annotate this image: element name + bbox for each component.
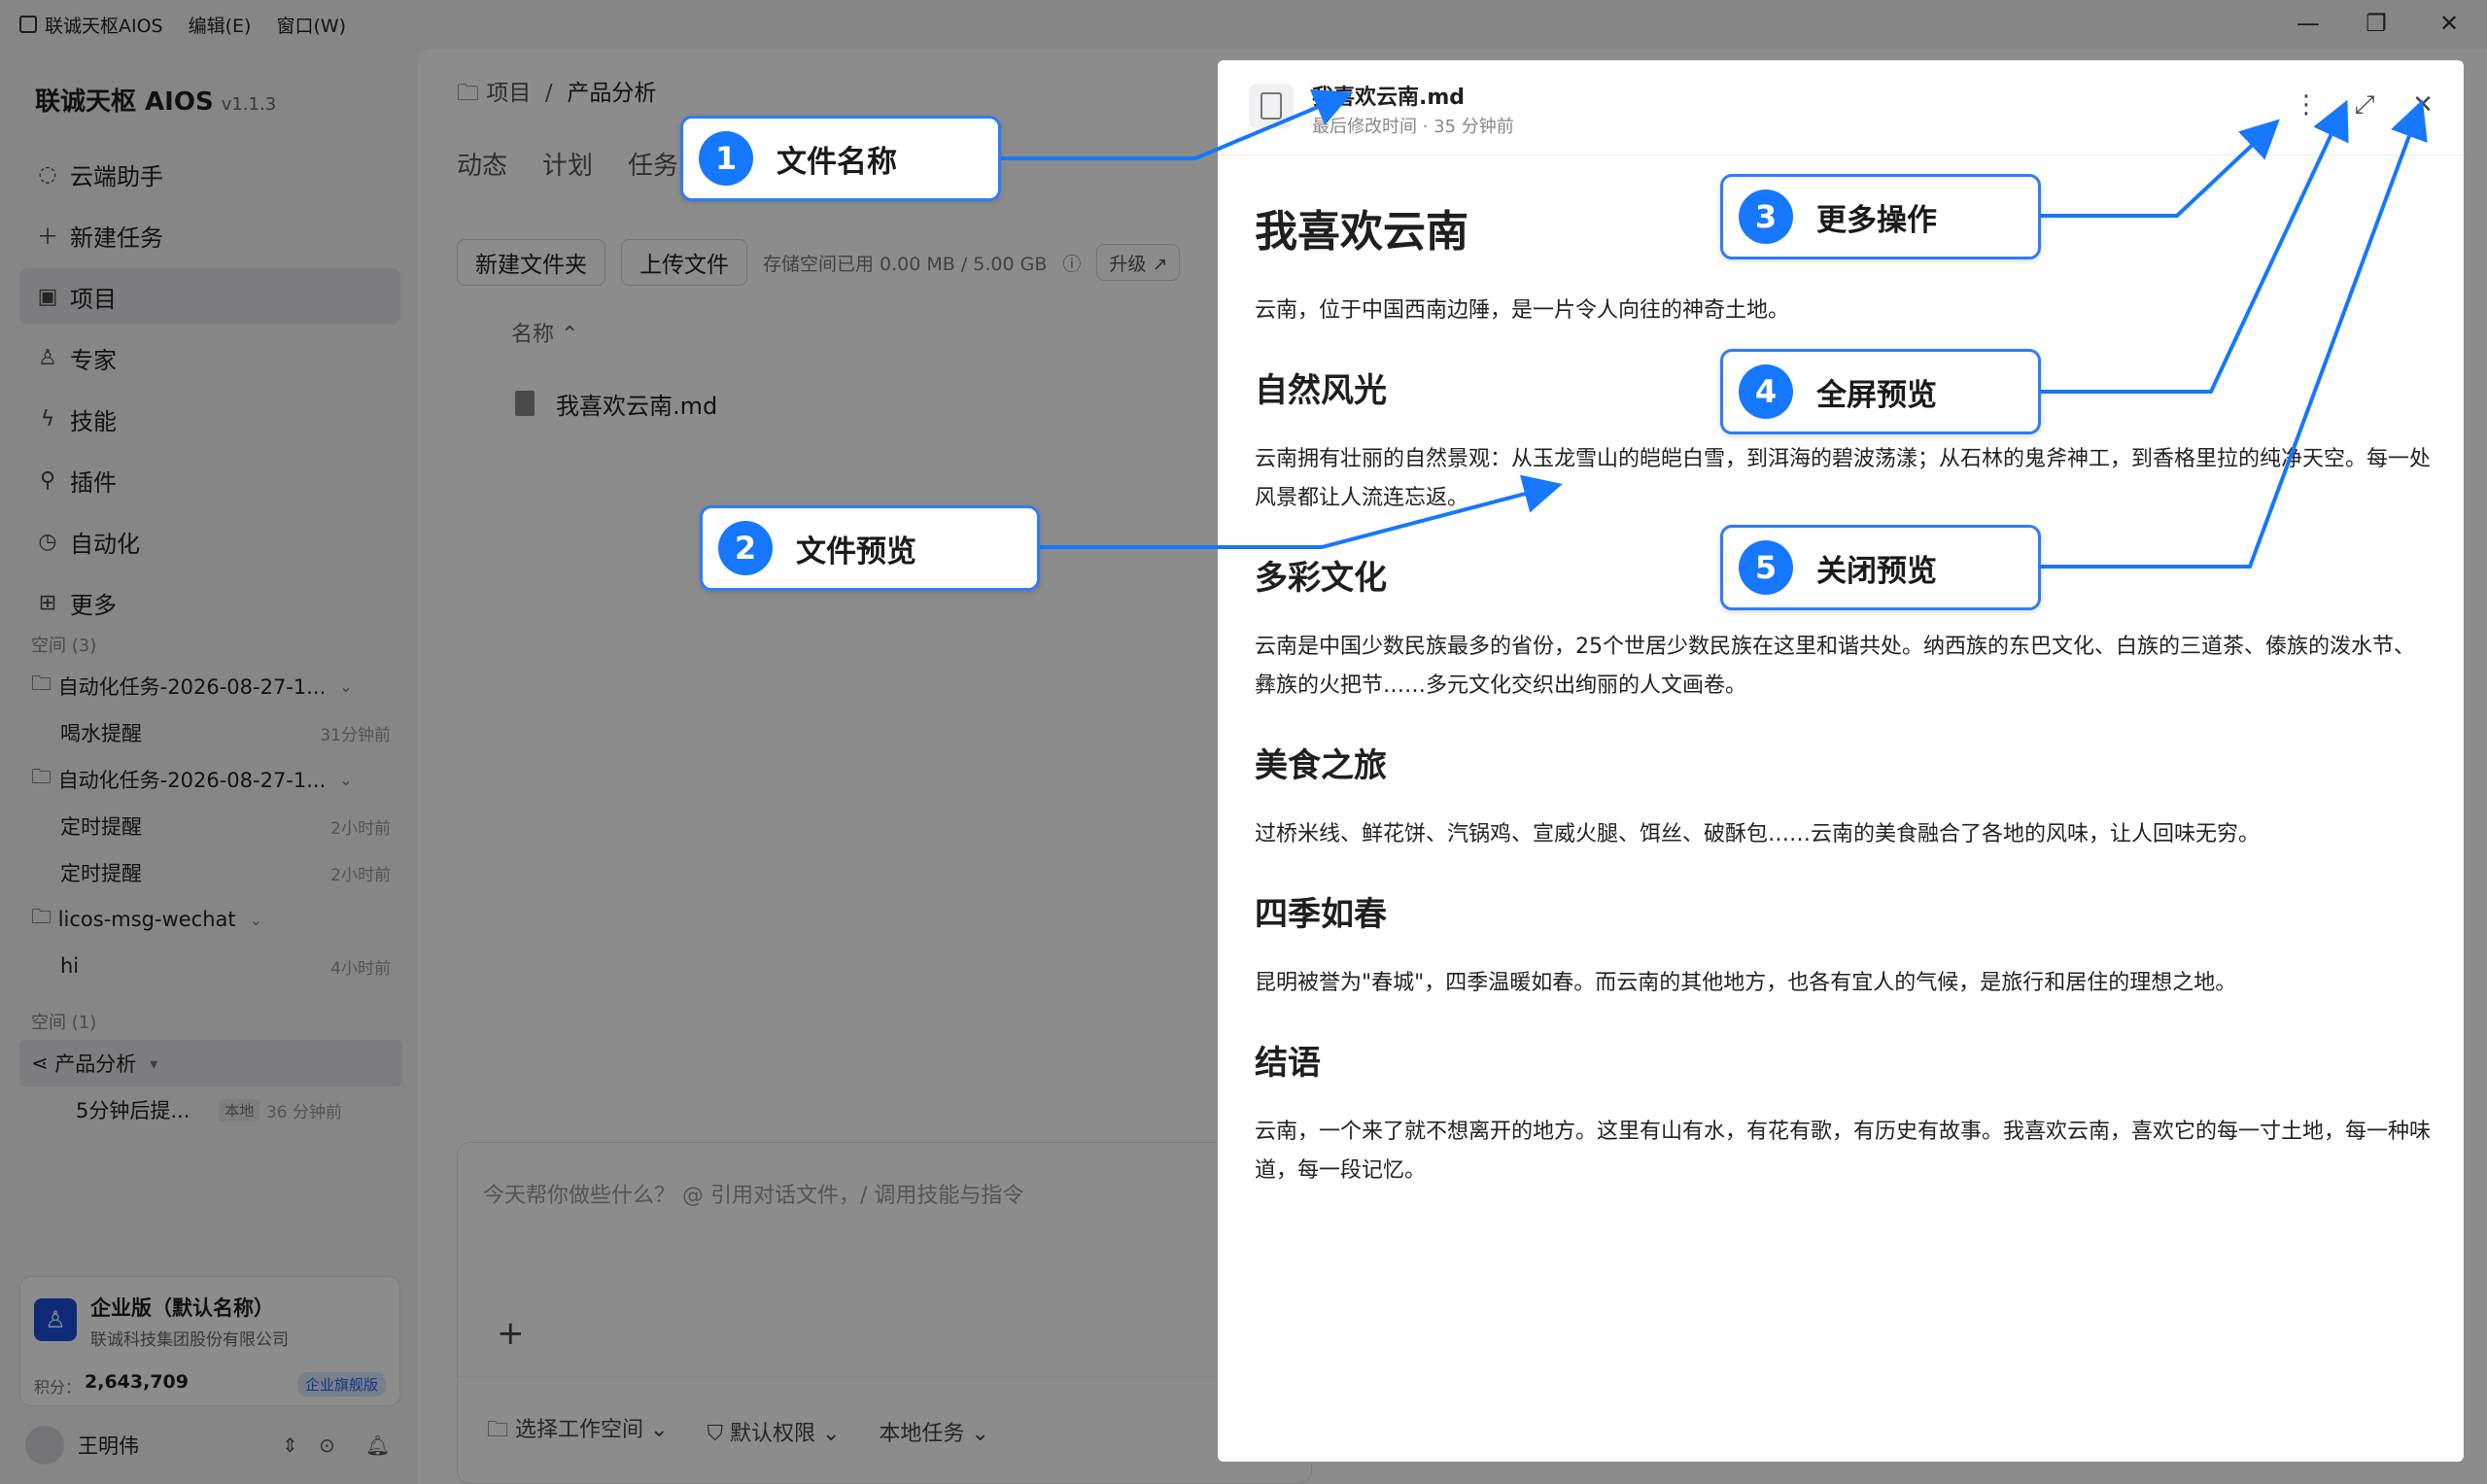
doc-heading: 四季如春	[1255, 895, 1387, 934]
doc-paragraph: 过桥米线、鲜花饼、汽锅鸡、宣威火腿、饵丝、破酥包……云南的美食融合了各地的风味，…	[1255, 822, 2261, 846]
doc-paragraph: 云南拥有壮丽的自然景观：从玉龙雪山的皑皑白雪，到洱海的碧波荡漾；从石林的鬼斧神工…	[1255, 447, 2432, 510]
preview-modified-time: 最后修改时间 · 35 分钟前	[1312, 117, 1514, 137]
doc-paragraph: 云南是中国少数民族最多的省份，25个世居少数民族在这里和谐共处。纳西族的东巴文化…	[1255, 635, 2415, 698]
callout-label: 文件名称	[777, 144, 897, 180]
doc-heading: 结语	[1255, 1044, 1321, 1083]
doc-heading: 美食之旅	[1255, 746, 1387, 785]
callout-number: 3	[1739, 190, 1793, 244]
fullscreen-icon[interactable]: ⤢	[2345, 86, 2384, 124]
doc-paragraph: 云南，一个来了就不想离开的地方。这里有山有水，有花有歌，有历史有故事。我喜欢云南…	[1255, 1120, 2432, 1183]
doc-paragraph: 昆明被誉为"春城"，四季温暖如春。而云南的其他地方，也各有宜人的气候，是旅行和居…	[1255, 971, 2237, 995]
file-icon	[1249, 84, 1294, 128]
callout-number: 2	[718, 521, 773, 575]
preview-content: 我喜欢云南 云南，位于中国西南边陲，是一片令人向往的神奇土地。 自然风光 云南拥…	[1255, 196, 2431, 1191]
callout-label: 全屏预览	[1816, 377, 1937, 413]
callout-number: 5	[1739, 540, 1793, 595]
callout-2: 2 文件预览	[700, 505, 1040, 591]
callout-number: 4	[1739, 364, 1793, 419]
preview-header: 我喜欢云南.md 最后修改时间 · 35 分钟前 ⋮ ⤢ ✕	[1218, 60, 2464, 155]
callout-4: 4 全屏预览	[1720, 349, 2041, 434]
close-preview-icon[interactable]: ✕	[2403, 86, 2442, 124]
callout-5: 5 关闭预览	[1720, 525, 2041, 610]
callout-1: 1 文件名称	[680, 116, 1001, 201]
preview-file-name: 我喜欢云南.md	[1312, 86, 1466, 110]
doc-intro: 云南，位于中国西南边陲，是一片令人向往的神奇土地。	[1255, 298, 1790, 323]
callout-label: 更多操作	[1816, 202, 1937, 238]
file-preview-panel: 我喜欢云南.md 最后修改时间 · 35 分钟前 ⋮ ⤢ ✕ 我喜欢云南 云南，…	[1218, 60, 2464, 1462]
callout-label: 关闭预览	[1816, 553, 1937, 589]
callout-number: 1	[699, 131, 753, 186]
callout-label: 文件预览	[796, 534, 916, 569]
more-options-icon[interactable]: ⋮	[2287, 86, 2326, 124]
callout-3: 3 更多操作	[1720, 174, 2041, 259]
